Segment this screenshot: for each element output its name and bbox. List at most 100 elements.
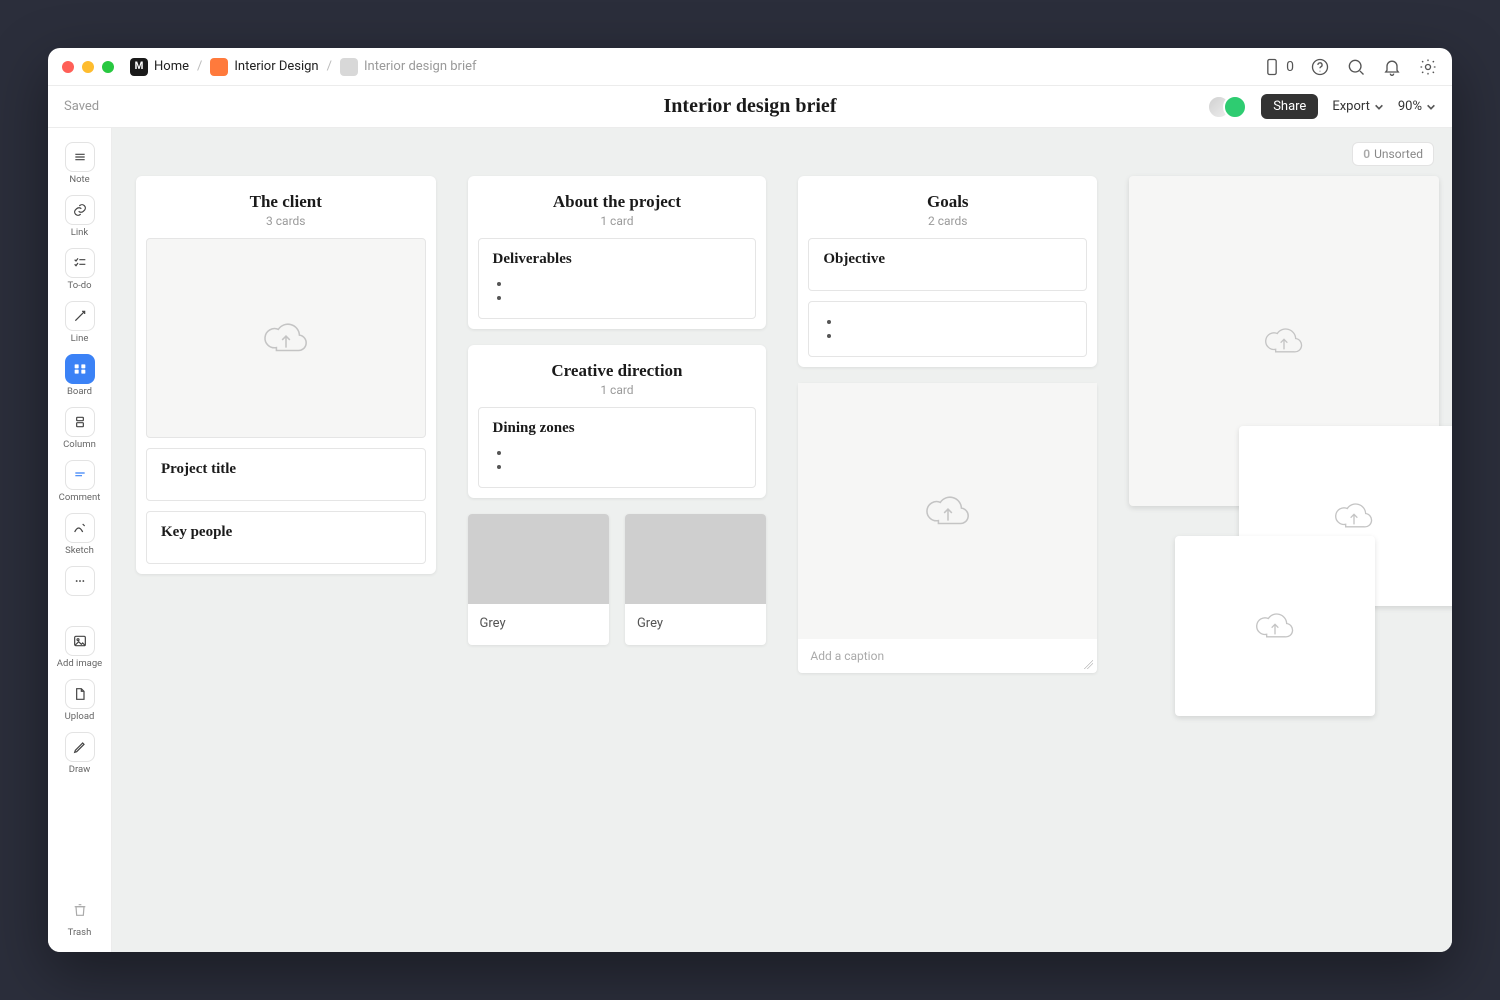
column-about-the-project[interactable]: About the project 1 card Deliverables (468, 176, 767, 329)
column-title: The client (146, 192, 426, 212)
zoom-dropdown[interactable]: 90% (1398, 99, 1436, 114)
card-deliverables[interactable]: Deliverables (478, 238, 757, 319)
more-icon (72, 573, 88, 589)
color-swatch-card[interactable]: Grey (468, 514, 609, 645)
document-bar-actions: Share Export 90% (1207, 94, 1436, 119)
tool-add-image[interactable]: Add image (56, 622, 104, 673)
settings-button[interactable] (1418, 57, 1438, 77)
trash-icon (72, 902, 88, 918)
card-goals-list[interactable] (808, 301, 1087, 357)
board-canvas[interactable]: 0 Unsorted The client 3 cards Project ti… (112, 128, 1452, 952)
page-color-icon (340, 58, 358, 76)
workspace: Note Link To-do Line Board Column (48, 128, 1452, 952)
tool-comment[interactable]: Comment (56, 456, 104, 507)
tool-more[interactable] (56, 562, 104, 600)
share-button[interactable]: Share (1261, 94, 1318, 119)
color-swatch-card[interactable]: Grey (625, 514, 766, 645)
line-icon (72, 308, 88, 324)
save-status: Saved (64, 99, 99, 114)
export-dropdown[interactable]: Export (1332, 99, 1384, 114)
unsorted-button[interactable]: 0 Unsorted (1352, 142, 1434, 166)
presence-avatars[interactable] (1207, 95, 1247, 119)
swatch-color (625, 514, 766, 604)
breadcrumb-page[interactable]: Interior design brief (340, 58, 477, 76)
help-button[interactable] (1310, 57, 1330, 77)
tool-board[interactable]: Board (56, 350, 104, 401)
tool-line[interactable]: Line (56, 297, 104, 348)
maximize-window-button[interactable] (102, 61, 114, 73)
breadcrumb-home[interactable]: M Home (130, 58, 189, 76)
comment-icon (72, 467, 88, 483)
image-placeholder-card[interactable] (146, 238, 426, 438)
devices-button[interactable]: 0 (1262, 57, 1294, 77)
swatch-label: Grey (468, 604, 609, 645)
column-header[interactable]: About the project 1 card (478, 192, 757, 228)
tool-sketch[interactable]: Sketch (56, 509, 104, 560)
column-header[interactable]: Creative direction 1 card (478, 361, 757, 397)
tool-todo[interactable]: To-do (56, 244, 104, 295)
tool-upload[interactable]: Upload (56, 675, 104, 726)
help-icon (1310, 57, 1330, 77)
window-controls (62, 61, 114, 73)
card-dining-zones[interactable]: Dining zones (478, 407, 757, 488)
column-count: 3 cards (146, 214, 426, 228)
upload-cloud-icon (925, 493, 971, 529)
close-window-button[interactable] (62, 61, 74, 73)
titlebar: M Home / Interior Design / Interior desi… (48, 48, 1452, 86)
app-logo-icon: M (130, 58, 148, 76)
tool-column[interactable]: Column (56, 403, 104, 454)
card-bullet-list (493, 276, 742, 304)
page-title[interactable]: Interior design brief (664, 95, 837, 118)
todo-icon (72, 255, 88, 271)
card-project-title[interactable]: Project title (146, 448, 426, 501)
bell-icon (1382, 57, 1402, 77)
unsorted-count: 0 (1363, 147, 1370, 161)
breadcrumb-project[interactable]: Interior Design (210, 58, 318, 76)
tool-note[interactable]: Note (56, 138, 104, 189)
column-stack-goals: Goals 2 cards Objective (798, 176, 1097, 673)
column-creative-direction[interactable]: Creative direction 1 card Dining zones (468, 345, 767, 498)
card-bullet-list (823, 314, 1072, 342)
chevron-down-icon (1374, 102, 1384, 112)
search-icon (1346, 57, 1366, 77)
tool-draw[interactable]: Draw (56, 728, 104, 779)
card-key-people[interactable]: Key people (146, 511, 426, 564)
app-window: M Home / Interior Design / Interior desi… (48, 48, 1452, 952)
sketch-icon (72, 520, 88, 536)
project-color-icon (210, 58, 228, 76)
image-placeholder (798, 383, 1097, 639)
notifications-button[interactable] (1382, 57, 1402, 77)
card-title: Deliverables (493, 251, 742, 268)
pencil-icon (72, 739, 88, 755)
minimize-window-button[interactable] (82, 61, 94, 73)
card-title: Dining zones (493, 420, 742, 437)
unsorted-label: Unsorted (1374, 147, 1423, 161)
breadcrumb-separator: / (197, 59, 202, 74)
card-objective[interactable]: Objective (808, 238, 1087, 291)
file-icon (72, 686, 88, 702)
column-title: Goals (808, 192, 1087, 212)
column-stack-about-creative: About the project 1 card Deliverables Cr… (468, 176, 767, 645)
column-header[interactable]: The client 3 cards (146, 192, 426, 228)
search-button[interactable] (1346, 57, 1366, 77)
devices-count: 0 (1286, 59, 1294, 75)
card-title: Key people (161, 524, 411, 541)
column-the-client[interactable]: The client 3 cards Project title Key peo… (136, 176, 436, 574)
board-row: The client 3 cards Project title Key peo… (136, 176, 1428, 736)
image-placeholder-card[interactable] (1175, 536, 1375, 716)
floating-cards (1129, 176, 1428, 736)
caption-input[interactable]: Add a caption (798, 639, 1097, 673)
swatch-label: Grey (625, 604, 766, 645)
breadcrumb-home-label: Home (154, 59, 189, 74)
image-card[interactable]: Add a caption (798, 383, 1097, 673)
note-icon (72, 149, 88, 165)
swatch-color (468, 514, 609, 604)
chevron-down-icon (1426, 102, 1436, 112)
tool-trash[interactable]: Trash (56, 891, 104, 942)
breadcrumb: M Home / Interior Design / Interior desi… (130, 58, 477, 76)
column-header[interactable]: Goals 2 cards (808, 192, 1087, 228)
column-goals[interactable]: Goals 2 cards Objective (798, 176, 1097, 367)
titlebar-actions: 0 (1262, 57, 1438, 77)
tool-link[interactable]: Link (56, 191, 104, 242)
board-icon (72, 361, 88, 377)
